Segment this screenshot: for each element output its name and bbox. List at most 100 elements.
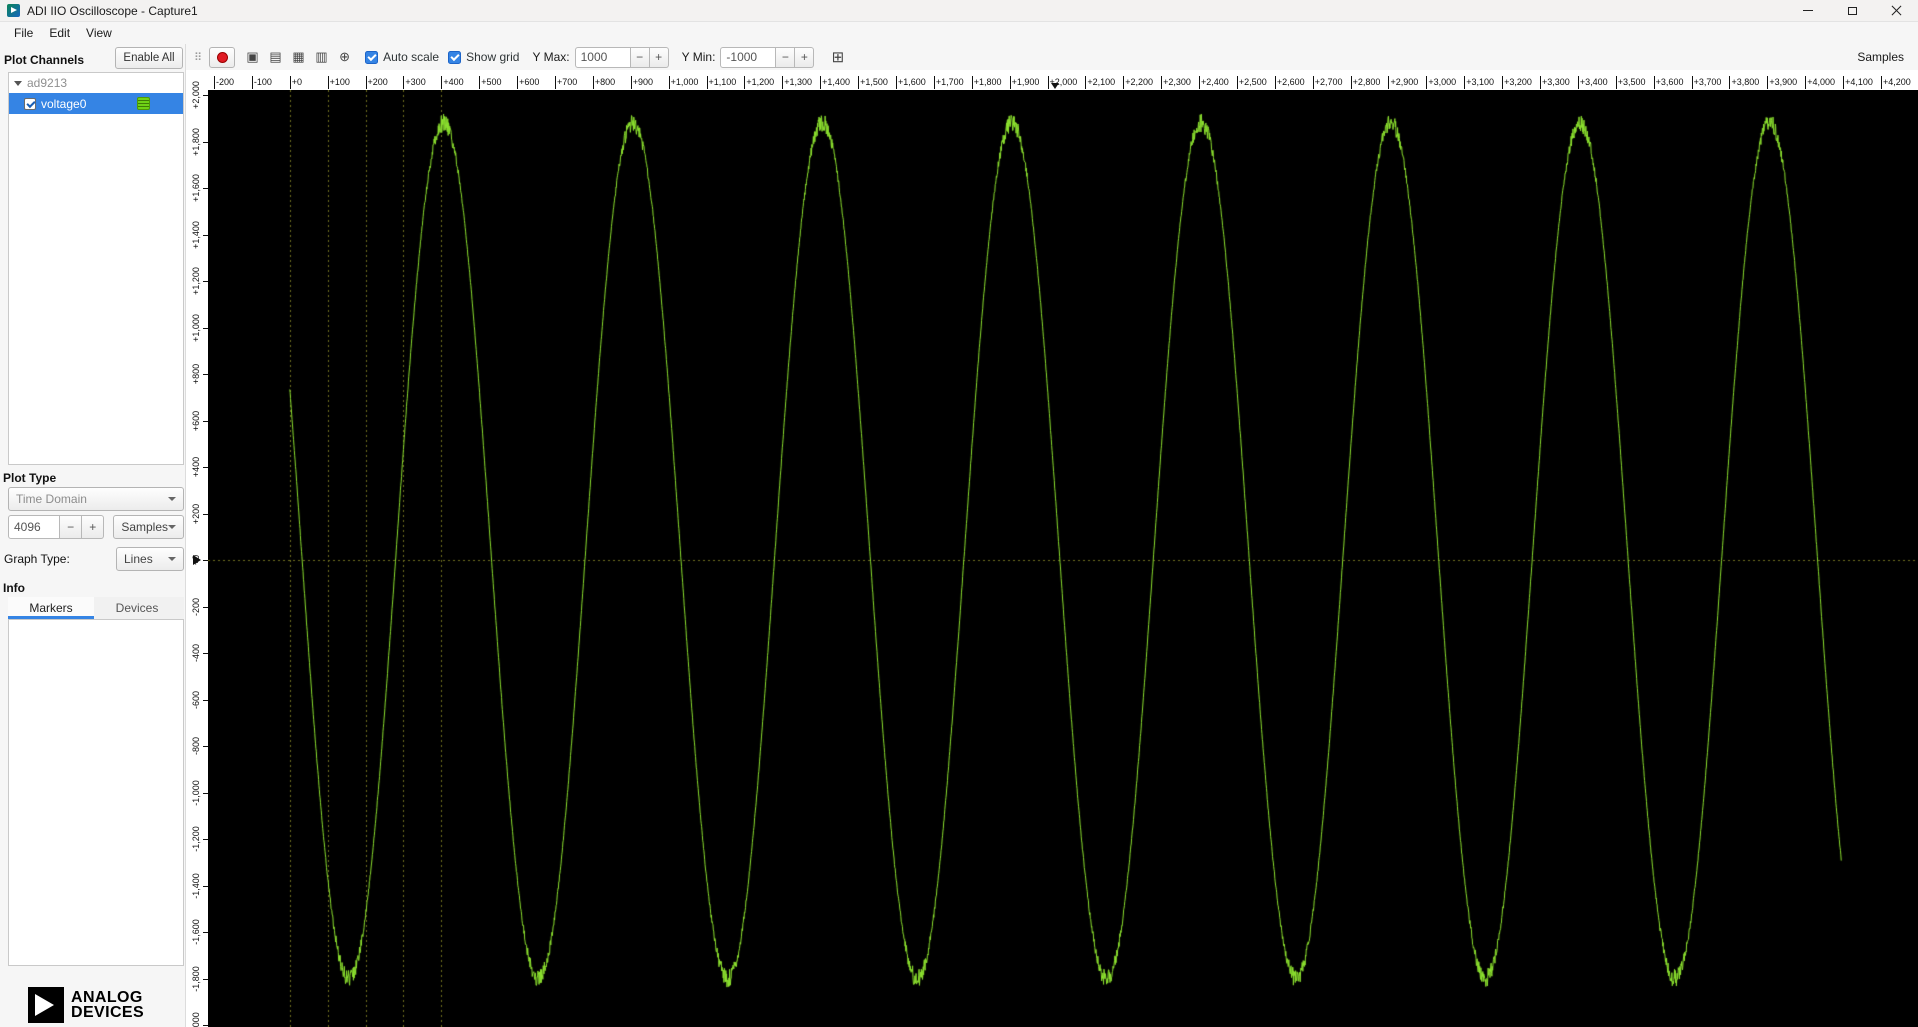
grid-view-button[interactable]: ▦ (288, 47, 309, 68)
x-tick-label: +2,800 (1350, 76, 1381, 89)
x-tick-label: +3,000 (1426, 76, 1457, 89)
y-max-increment-button[interactable]: + (649, 46, 669, 68)
x-tick-label: +400 (441, 76, 464, 89)
x-tick-label: +0 (289, 76, 303, 89)
x-tick-label: +1,800 (971, 76, 1002, 89)
x-tick-label: +3,300 (1540, 76, 1570, 89)
device-tree: ad9213 voltage0 (8, 72, 184, 465)
adi-logo-text: ANALOG DEVICES (71, 988, 145, 1021)
close-button[interactable] (1874, 0, 1918, 22)
y-max-input[interactable] (574, 46, 631, 68)
window-title: ADI IIO Oscilloscope - Capture1 (27, 3, 198, 18)
record-icon (216, 51, 228, 63)
y-min-label: Y Min: (681, 50, 716, 64)
y-tick-label: +600 (191, 410, 201, 431)
list-view-button[interactable]: ▤ (265, 47, 286, 68)
y-tickmark (203, 327, 208, 329)
menu-item-edit[interactable]: Edit (41, 24, 78, 42)
info-tabs: Markers Devices (8, 597, 184, 620)
y-tickmark (203, 234, 208, 236)
maximize-icon (1847, 6, 1857, 15)
y-tick-label: +2,000 (191, 81, 201, 109)
close-icon (1891, 5, 1902, 16)
y-zero-marker[interactable] (193, 555, 201, 565)
y-tickmark (203, 281, 208, 282)
x-tick-label: +1,100 (706, 76, 737, 89)
y-tickmark (203, 188, 208, 189)
tree-channel-row[interactable]: voltage0 (9, 93, 183, 114)
samples-unit-dropdown[interactable]: Samples (113, 515, 184, 539)
y-tick-label: +1,000 (191, 313, 201, 342)
sample-count-input[interactable] (8, 515, 60, 539)
channel-checkbox[interactable] (24, 97, 36, 110)
plot-area[interactable]: -200 -100 +0 +100 +200 +300 +400 +500 +600 +700 +8… (186, 70, 1918, 1027)
y-min-input[interactable] (720, 46, 777, 68)
expander-icon[interactable] (14, 80, 22, 86)
minimize-icon (1803, 10, 1813, 11)
x-tick-label: +3,700 (1691, 76, 1722, 89)
grid-icon: ▦ (292, 49, 305, 64)
x-tick-label: +900 (630, 76, 654, 89)
x-tick-label: +2,900 (1388, 76, 1419, 89)
y-min-group: Y Min: − + (681, 46, 815, 68)
enable-all-button[interactable]: Enable All (115, 47, 183, 69)
y-max-label: Y Max: (532, 50, 570, 64)
minimize-button[interactable] (1786, 0, 1830, 22)
tab-markers[interactable]: Markers (8, 597, 94, 619)
auto-scale-checkbox[interactable] (365, 50, 379, 64)
samples-corner-label: Samples (1857, 50, 1904, 64)
title-bar[interactable]: ADI IIO Oscilloscope - Capture1 (0, 0, 1918, 22)
capture-button[interactable] (209, 46, 236, 68)
x-tick-label: +2,200 (1123, 76, 1154, 89)
maximize-button[interactable] (1830, 0, 1874, 22)
grip-handle-icon[interactable]: ⠿ (194, 51, 202, 64)
info-panel (8, 620, 184, 966)
x-tick-label: +1,600 (895, 76, 926, 89)
x-tick-label: +3,800 (1729, 76, 1760, 89)
channel-settings-icon[interactable] (137, 97, 150, 110)
graph-type-dropdown[interactable]: Lines (116, 547, 184, 571)
y-tickmark (203, 746, 208, 747)
y-tick-label: -1,200 (191, 826, 201, 852)
tree-device-row[interactable]: ad9213 (9, 73, 183, 93)
columns-view-button[interactable]: ▥ (311, 47, 332, 68)
x-tick-label: +3,500 (1615, 76, 1646, 89)
menu-item-view[interactable]: View (78, 24, 120, 42)
x-tick-label: -100 (251, 76, 272, 89)
x-tick-label: +2,300 (1161, 76, 1191, 89)
y-min-increment-button[interactable]: + (795, 46, 815, 68)
new-plot-button[interactable]: ⊞ (827, 47, 848, 68)
tab-devices[interactable]: Devices (94, 597, 180, 619)
adi-logo: ANALOG DEVICES (28, 987, 144, 1023)
plot-type-dropdown[interactable]: Time Domain (8, 487, 184, 511)
list-icon: ▤ (269, 49, 282, 64)
y-tickmark (203, 374, 208, 375)
x-tick-label: +4,200 (1881, 76, 1911, 89)
x-tick-label: +2,400 (1199, 76, 1229, 89)
sidebar: Plot Channels Enable All ad9213 voltage0… (0, 44, 186, 1027)
x-tick-label: +3,400 (1577, 76, 1608, 89)
screenshot-button[interactable]: ▣ (242, 47, 263, 68)
y-tick-label: -1,000 (191, 779, 201, 806)
adi-triangle-icon (28, 987, 64, 1023)
y-max-decrement-button[interactable]: − (630, 46, 650, 68)
graph-type-label: Graph Type: (4, 552, 70, 566)
y-tick-label: -200 (191, 597, 201, 616)
y-tick-label: +800 (191, 363, 201, 385)
y-tick-label: +1,600 (191, 174, 201, 202)
window-controls (1786, 0, 1918, 22)
fit-button[interactable]: ⊕ (334, 47, 355, 68)
sample-count-decrement-button[interactable]: − (60, 515, 83, 539)
y-tick-label: -800 (191, 736, 201, 756)
toolbar: ⠿ ▣ ▤ ▦ ▥ ⊕ Auto scale Show grid Y Max: … (186, 44, 1918, 70)
y-min-decrement-button[interactable]: − (776, 46, 796, 68)
sample-count-increment-button[interactable]: + (82, 515, 105, 539)
show-grid-checkbox[interactable] (448, 50, 462, 64)
x-tick-label: +4,000 (1805, 76, 1835, 89)
waveform-plot[interactable] (208, 90, 1918, 1027)
x-tick-label: +3,200 (1502, 76, 1532, 89)
x-axis-marker[interactable] (1051, 83, 1060, 89)
x-tick-label: +300 (403, 76, 426, 89)
app-icon (7, 4, 20, 17)
menu-item-file[interactable]: File (6, 24, 41, 42)
